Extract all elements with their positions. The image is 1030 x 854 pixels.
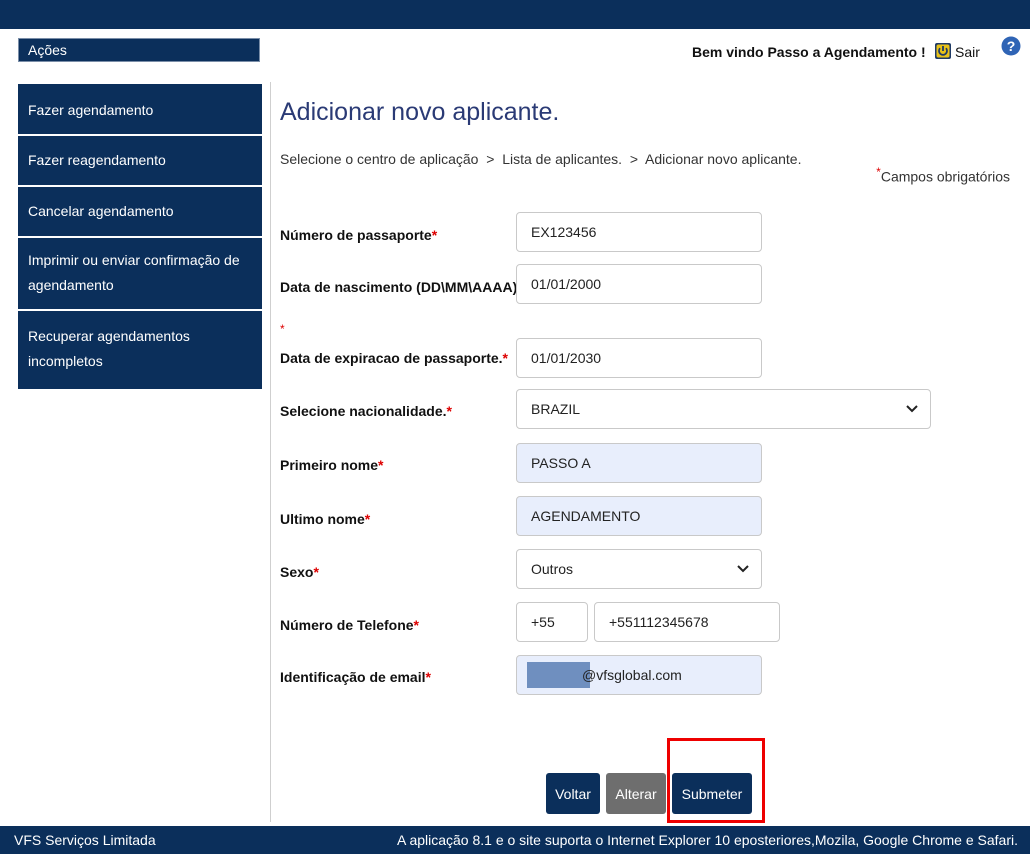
phone-country-code-input[interactable]: +55 xyxy=(516,602,588,642)
logout-link[interactable]: Sair xyxy=(955,44,980,60)
gender-value: Outros xyxy=(531,561,574,577)
footer: VFS Serviços Limitada A aplicação 8.1 e … xyxy=(0,826,1030,854)
phone-label: Número de Telefone* xyxy=(280,617,419,633)
highlight-box xyxy=(667,738,765,823)
sidebar-divider xyxy=(18,134,262,136)
chevron-down-icon xyxy=(737,565,749,573)
required-mark: * xyxy=(280,322,285,336)
page-title: Adicionar novo aplicante. xyxy=(280,98,560,126)
sidebar-item-imprimir-confirmacao[interactable]: Imprimir ou enviar confirmação de agenda… xyxy=(18,248,262,298)
required-fields-note: *Campos obrigatórios xyxy=(876,166,1010,185)
sidebar-divider xyxy=(18,236,262,238)
back-button[interactable]: Voltar xyxy=(546,773,600,814)
sidebar-divider xyxy=(18,185,262,187)
content-divider xyxy=(270,82,271,822)
power-icon[interactable] xyxy=(935,43,951,59)
email-label: Identificação de email* xyxy=(280,669,431,685)
sidebar-item-fazer-reagendamento[interactable]: Fazer reagendamento xyxy=(18,148,262,173)
phone-number-input[interactable]: +551112345678 xyxy=(594,602,780,642)
nationality-label: Selecione nacionalidade.* xyxy=(280,403,452,419)
sidebar-item-fazer-agendamento[interactable]: Fazer agendamento xyxy=(18,98,262,123)
redacted-mask xyxy=(527,662,590,688)
help-icon[interactable]: ? xyxy=(1001,36,1021,56)
birth-date-input[interactable]: 01/01/2000 xyxy=(516,264,762,304)
top-bar xyxy=(0,0,1030,29)
gender-select[interactable]: Outros xyxy=(516,549,762,589)
first-name-input[interactable]: PASSO A xyxy=(516,443,762,483)
email-input[interactable]: @vfsglobal.com xyxy=(516,655,762,695)
email-domain: @vfsglobal.com xyxy=(582,667,682,683)
passport-number-label: Número de passaporte* xyxy=(280,227,438,243)
gender-label: Sexo* xyxy=(280,564,319,580)
sidebar-title: Ações xyxy=(18,38,260,62)
passport-expiry-input[interactable]: 01/01/2030 xyxy=(516,338,762,378)
sidebar-nav: Fazer agendamento Fazer reagendamento Ca… xyxy=(18,84,262,389)
passport-expiry-label: Data de expiracao de passaporte.* xyxy=(280,350,508,366)
svg-text:?: ? xyxy=(1007,38,1016,54)
required-note-text: Campos obrigatórios xyxy=(880,168,1010,185)
birth-date-label: Data de nascimento (DD\MM\AAAA) xyxy=(280,279,518,295)
sidebar-item-cancelar-agendamento[interactable]: Cancelar agendamento xyxy=(18,199,262,224)
last-name-input[interactable]: AGENDAMENTO xyxy=(516,496,762,536)
nationality-value: BRAZIL xyxy=(531,401,581,417)
breadcrumb: Selecione o centro de aplicação > Lista … xyxy=(280,151,802,167)
chevron-down-icon xyxy=(906,405,918,413)
nationality-select[interactable]: BRAZIL xyxy=(516,389,931,429)
edit-button[interactable]: Alterar xyxy=(606,773,666,814)
sidebar-item-recuperar-agendamentos[interactable]: Recuperar agendamentos incompletos xyxy=(18,324,248,374)
sidebar-divider xyxy=(18,309,262,311)
last-name-label: Ultimo nome* xyxy=(280,511,371,527)
welcome-text: Bem vindo Passo a Agendamento ! xyxy=(692,44,926,60)
passport-number-input[interactable]: EX123456 xyxy=(516,212,762,252)
first-name-label: Primeiro nome* xyxy=(280,457,384,473)
footer-support-note: A aplicação 8.1 e o site suporta o Inter… xyxy=(396,832,1018,848)
footer-company: VFS Serviços Limitada xyxy=(14,832,156,848)
